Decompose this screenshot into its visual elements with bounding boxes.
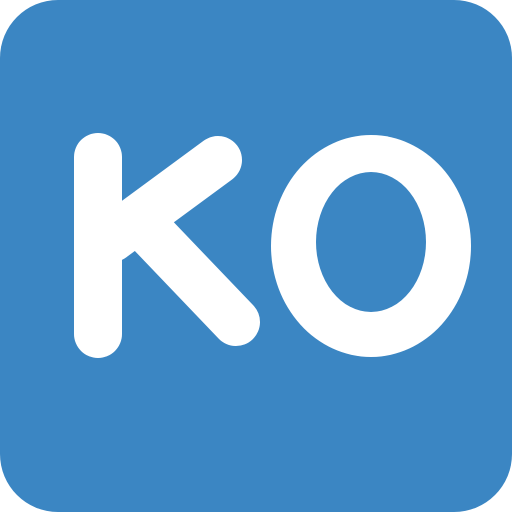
ko-letters-icon (74, 133, 471, 358)
letter-o (271, 135, 471, 357)
ko-button-tile: KO (0, 0, 512, 512)
letter-k (74, 133, 260, 358)
